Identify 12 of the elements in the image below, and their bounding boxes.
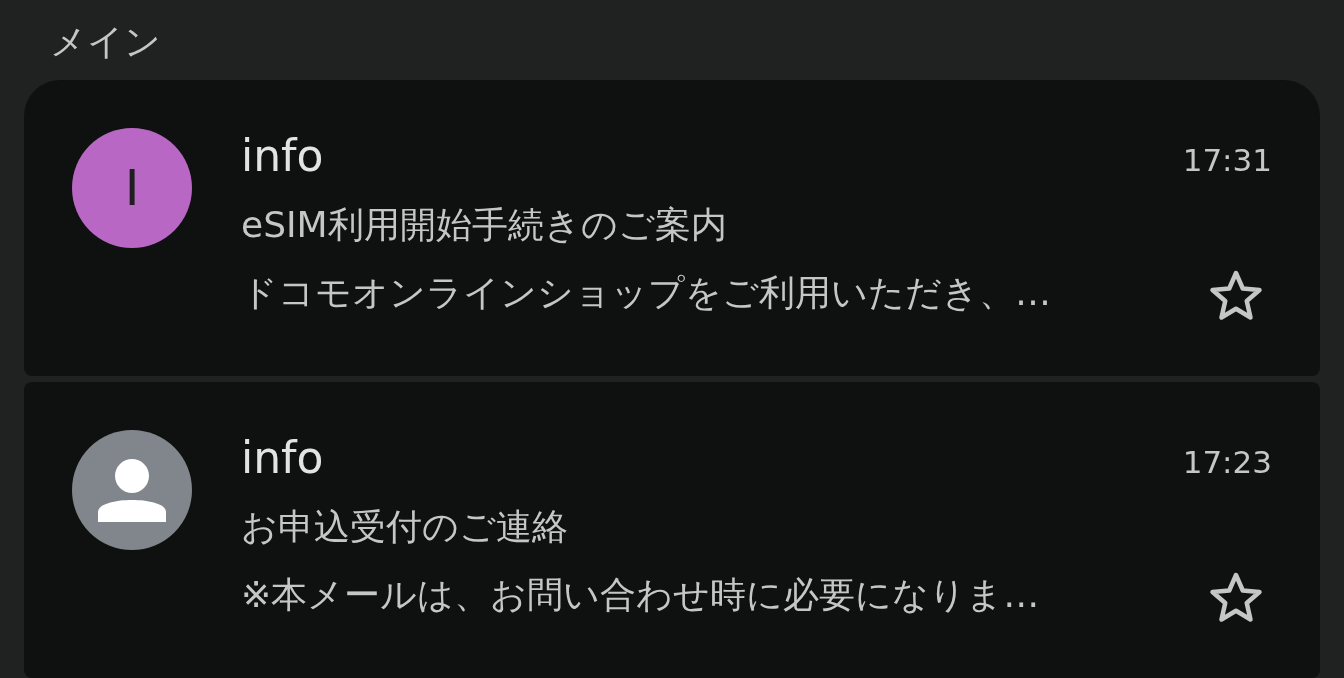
email-time: 17:23 bbox=[1182, 443, 1272, 482]
email-preview: ※本メールは、お問い合わせ時に必要になりま… bbox=[241, 573, 1040, 617]
email-card[interactable]: I info eSIM利用開始手続きのご案内 ドコモオンラインショップをご利用いただき、… 17:31 bbox=[24, 80, 1320, 376]
email-card[interactable]: info お申込受付のご連絡 ※本メールは、お問い合わせ時に必要になりま… 17:23 bbox=[24, 382, 1320, 678]
section-title: メイン bbox=[49, 20, 161, 64]
avatar: I bbox=[72, 128, 192, 248]
sender-name: info bbox=[241, 129, 324, 183]
email-preview: ドコモオンラインショップをご利用いただき、… bbox=[241, 271, 1051, 315]
sender-name: info bbox=[241, 431, 324, 485]
email-subject: eSIM利用開始手続きのご案内 bbox=[241, 203, 727, 247]
email-subject: お申込受付のご連絡 bbox=[241, 505, 568, 549]
email-time: 17:31 bbox=[1182, 141, 1272, 180]
